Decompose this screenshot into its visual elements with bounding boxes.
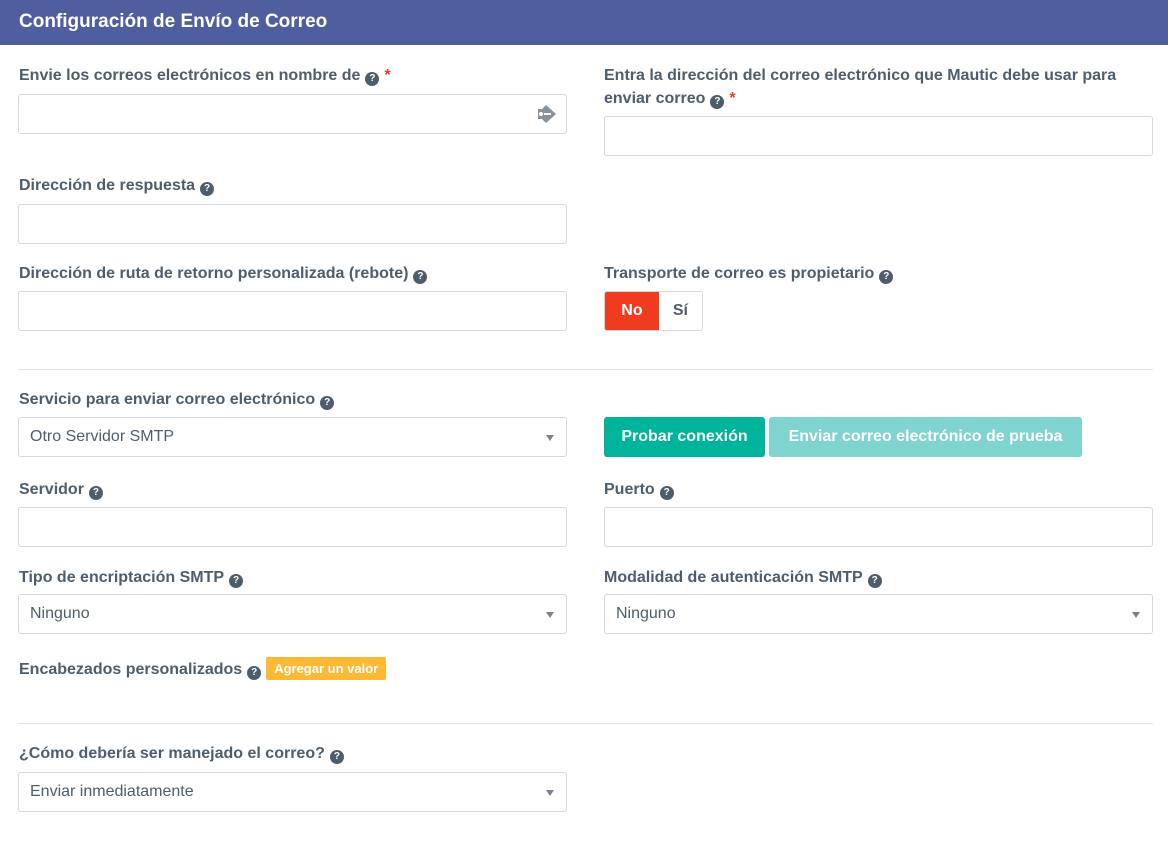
reply-to-label-text: Dirección de respuesta bbox=[19, 177, 196, 194]
add-value-button[interactable]: Agregar un valor bbox=[266, 657, 387, 680]
reply-to-input[interactable] bbox=[18, 204, 567, 244]
port-label-text: Puerto bbox=[604, 481, 655, 498]
section-divider bbox=[18, 369, 1153, 370]
help-icon[interactable]: ? bbox=[329, 750, 344, 764]
auth-mode-select[interactable]: Ninguno bbox=[604, 594, 1153, 634]
return-path-label-text: Dirección de ruta de retorno personaliza… bbox=[19, 265, 409, 282]
encryption-label-text: Tipo de encriptación SMTP bbox=[19, 569, 225, 586]
required-marker: * bbox=[384, 67, 391, 84]
host-label-text: Servidor bbox=[19, 481, 84, 498]
transport-owner-label-text: Transporte de correo es propietario bbox=[604, 265, 875, 282]
help-icon[interactable]: ? bbox=[710, 95, 725, 109]
section-divider bbox=[18, 723, 1153, 724]
return-path-input[interactable] bbox=[18, 291, 567, 331]
help-icon[interactable]: ? bbox=[365, 72, 380, 86]
auth-mode-label: Modalidad de autenticación SMTP? bbox=[604, 566, 882, 589]
autofill-key-icon[interactable] bbox=[535, 104, 557, 124]
send-test-email-button[interactable]: Enviar correo electrónico de prueba bbox=[769, 417, 1082, 457]
reply-to-label: Dirección de respuesta? bbox=[19, 174, 215, 197]
from-name-label-text: Envie los correos electrónicos en nombre… bbox=[19, 67, 361, 84]
host-input[interactable] bbox=[18, 507, 567, 547]
port-label: Puerto? bbox=[604, 478, 674, 501]
spool-label-text: ¿Cómo debería ser manejado el correo? bbox=[19, 745, 325, 762]
port-input[interactable] bbox=[604, 507, 1153, 547]
caret-down-icon bbox=[546, 435, 554, 441]
spool-select[interactable]: Enviar inmediatamente bbox=[18, 772, 567, 812]
from-email-label-text: Entra la dirección del correo electrónic… bbox=[604, 67, 1117, 107]
test-connection-button[interactable]: Probar conexión bbox=[604, 417, 765, 457]
caret-down-icon bbox=[546, 790, 554, 796]
help-icon[interactable]: ? bbox=[200, 182, 215, 196]
help-icon[interactable]: ? bbox=[659, 486, 674, 500]
help-icon[interactable]: ? bbox=[320, 396, 335, 410]
help-icon[interactable]: ? bbox=[867, 574, 882, 588]
return-path-label: Dirección de ruta de retorno personaliza… bbox=[19, 262, 428, 285]
help-icon[interactable]: ? bbox=[247, 666, 262, 680]
encryption-label: Tipo de encriptación SMTP? bbox=[19, 566, 244, 589]
caret-down-icon bbox=[1132, 612, 1140, 618]
custom-headers-label: Encabezados personalizados? Agregar un va… bbox=[19, 657, 387, 681]
help-icon[interactable]: ? bbox=[88, 486, 103, 500]
help-icon[interactable]: ? bbox=[229, 574, 244, 588]
transport-select[interactable]: Otro Servidor SMTP bbox=[18, 417, 567, 457]
custom-headers-label-text: Encabezados personalizados bbox=[19, 661, 243, 678]
toggle-yes-option[interactable]: Sí bbox=[658, 292, 702, 330]
host-label: Servidor? bbox=[19, 478, 103, 501]
auth-mode-select-value: Ninguno bbox=[616, 605, 676, 622]
from-name-label: Envie los correos electrónicos en nombre… bbox=[19, 64, 391, 87]
spool-label: ¿Cómo debería ser manejado el correo?? bbox=[19, 742, 344, 765]
from-name-input[interactable] bbox=[18, 94, 567, 134]
from-email-label: Entra la dirección del correo electrónic… bbox=[604, 64, 1149, 110]
help-icon[interactable]: ? bbox=[879, 270, 894, 284]
required-marker: * bbox=[729, 90, 736, 107]
spool-select-value: Enviar inmediatamente bbox=[30, 783, 194, 800]
caret-down-icon bbox=[546, 612, 554, 618]
transport-select-value: Otro Servidor SMTP bbox=[30, 428, 175, 445]
toggle-no-option[interactable]: No bbox=[605, 292, 659, 330]
encryption-select[interactable]: Ninguno bbox=[18, 594, 567, 634]
auth-mode-label-text: Modalidad de autenticación SMTP bbox=[604, 569, 863, 586]
page-title: Configuración de Envío de Correo bbox=[0, 0, 1168, 45]
transport-label-text: Servicio para enviar correo electrónico bbox=[19, 391, 316, 408]
page-title-text: Configuración de Envío de Correo bbox=[19, 11, 328, 32]
transport-label: Servicio para enviar correo electrónico? bbox=[19, 388, 335, 411]
transport-owner-label: Transporte de correo es propietario? bbox=[604, 262, 894, 285]
help-icon[interactable]: ? bbox=[413, 270, 428, 284]
encryption-select-value: Ninguno bbox=[30, 605, 90, 622]
from-email-input[interactable] bbox=[604, 116, 1153, 156]
transport-owner-toggle: No Sí bbox=[604, 291, 703, 331]
